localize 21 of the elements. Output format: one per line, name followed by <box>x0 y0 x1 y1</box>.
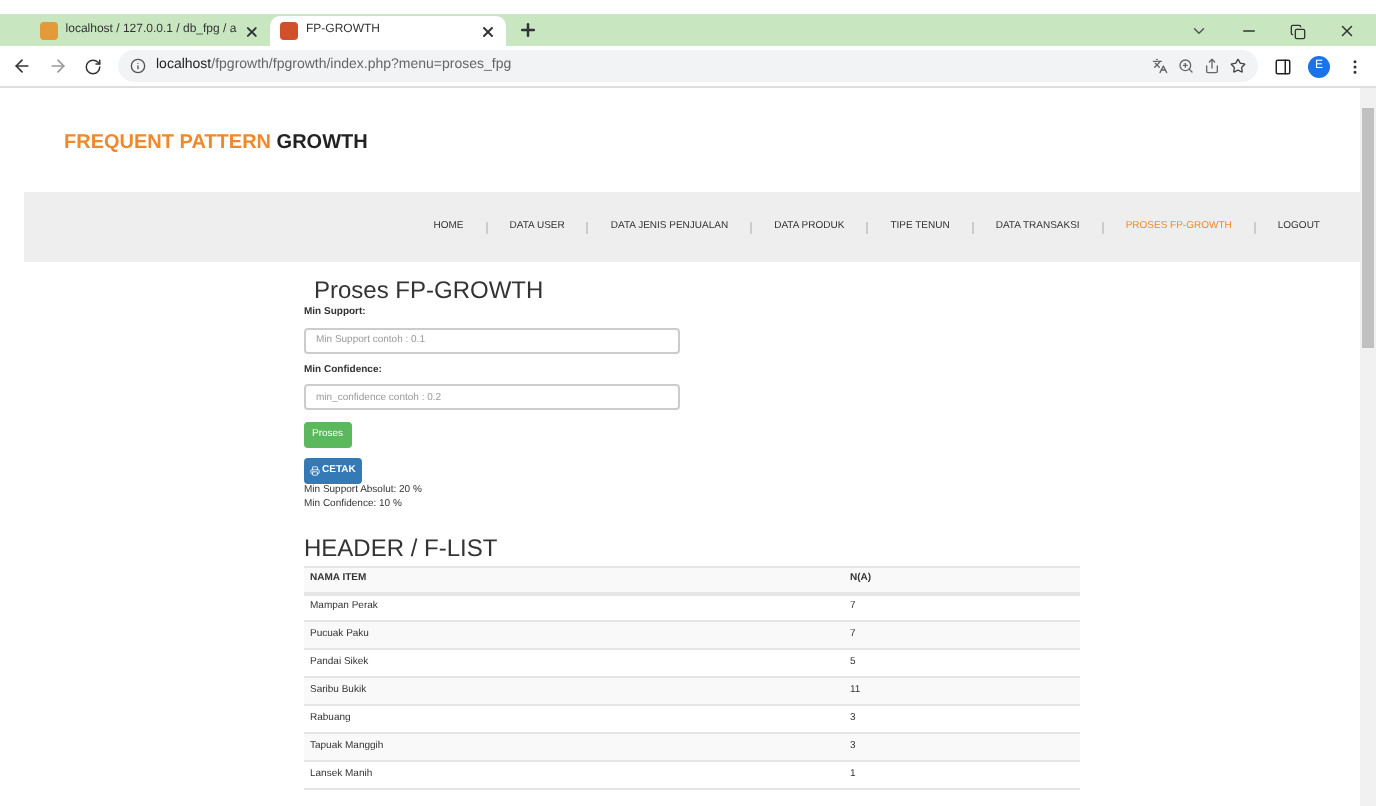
printer-icon <box>310 466 320 476</box>
zoom-icon[interactable] <box>1178 58 1194 74</box>
close-icon[interactable] <box>1338 22 1356 40</box>
table-title: HEADER / F-LIST <box>304 534 498 562</box>
restore-icon[interactable] <box>1290 23 1306 39</box>
star-icon[interactable] <box>1230 58 1246 74</box>
site-logo[interactable]: FREQUENT PATTERN GROWTH <box>64 128 368 158</box>
translate-icon[interactable] <box>1152 58 1168 74</box>
side-panel-icon[interactable] <box>1274 57 1292 75</box>
logo-icon <box>280 22 298 40</box>
chevron-icon[interactable] <box>1190 22 1208 40</box>
close-icon[interactable] <box>480 23 496 39</box>
back-icon[interactable] <box>12 56 32 76</box>
info-icon <box>130 58 146 74</box>
new-tab-icon[interactable] <box>518 20 538 40</box>
forward-icon[interactable] <box>48 56 68 76</box>
scrollbar[interactable] <box>1360 88 1376 806</box>
page-title: Proses FP-GROWTH <box>314 276 544 304</box>
share-icon[interactable] <box>1204 58 1220 74</box>
reload-icon[interactable] <box>84 57 102 75</box>
close-icon[interactable] <box>244 23 260 39</box>
